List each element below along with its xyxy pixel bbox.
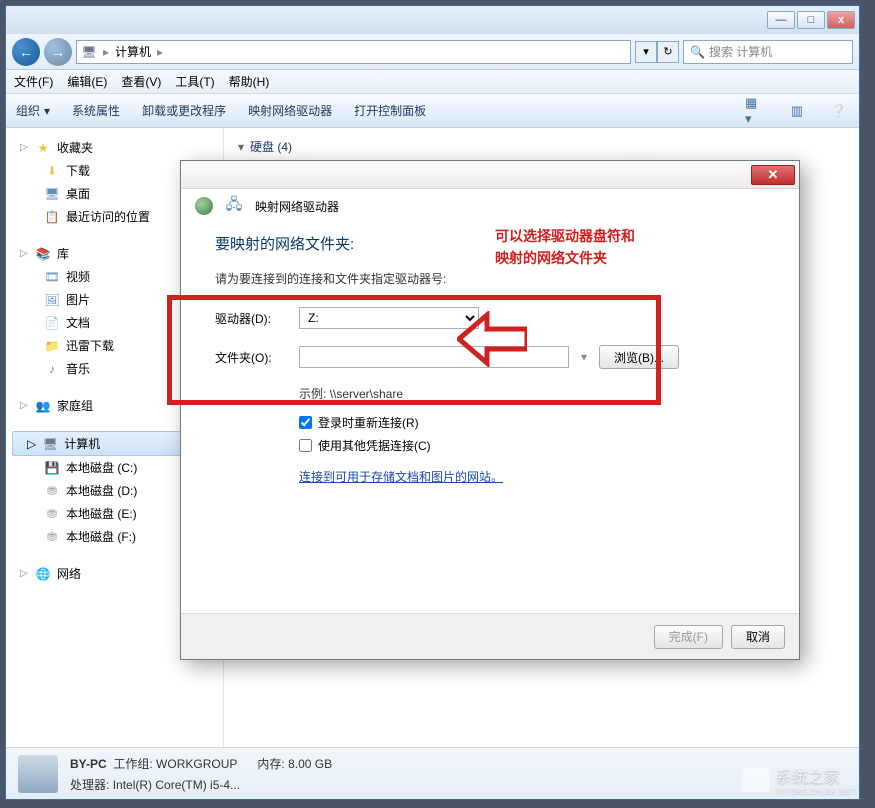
finish-button[interactable]: 完成(F) bbox=[654, 625, 723, 649]
download-icon: ⬇ bbox=[44, 163, 60, 179]
dialog-heading: 要映射的网络文件夹: bbox=[215, 233, 765, 254]
back-button[interactable]: ← bbox=[12, 38, 40, 66]
status-workgroup: WORKGROUP bbox=[156, 757, 237, 771]
minimize-button[interactable]: — bbox=[767, 11, 795, 29]
computer-large-icon bbox=[18, 755, 58, 793]
toolbar: 组织 ▾ 系统属性 卸载或更改程序 映射网络驱动器 打开控制面板 ▦ ▾ ▥ ❔ bbox=[6, 94, 859, 128]
library-icon: 📚 bbox=[35, 246, 51, 262]
back-round-icon[interactable] bbox=[195, 197, 213, 215]
dialog-close-button[interactable]: ✕ bbox=[751, 165, 795, 185]
network-drive-icon: 🖧 bbox=[223, 198, 245, 214]
close-button[interactable]: x bbox=[827, 11, 855, 29]
watermark-logo-icon bbox=[742, 768, 770, 792]
status-cpu: Intel(R) Core(TM) i5-4... bbox=[113, 778, 240, 792]
document-icon: 📄 bbox=[44, 315, 60, 331]
folder-path-input[interactable] bbox=[299, 346, 569, 368]
uninstall-button[interactable]: 卸载或更改程序 bbox=[142, 102, 226, 119]
folder-label: 文件夹(O): bbox=[215, 349, 287, 366]
menu-view[interactable]: 查看(V) bbox=[121, 73, 161, 90]
status-computer-name: BY-PC bbox=[70, 757, 107, 771]
system-properties-button[interactable]: 系统属性 bbox=[72, 102, 120, 119]
status-workgroup-label: 工作组: bbox=[113, 757, 152, 771]
nav-bar: ← → 🖥 ▸ 计算机 ▸ ▾ ↻ 🔍 搜索 计算机 bbox=[6, 34, 859, 70]
organize-menu[interactable]: 组织 ▾ bbox=[16, 102, 50, 119]
breadcrumb-computer[interactable]: 计算机 bbox=[115, 43, 151, 60]
menu-file[interactable]: 文件(F) bbox=[14, 73, 53, 90]
dialog-footer: 完成(F) 取消 bbox=[181, 613, 799, 659]
cancel-button[interactable]: 取消 bbox=[731, 625, 785, 649]
chevron-right-icon: ▸ bbox=[103, 45, 109, 59]
watermark: 系统之家 XITONGZHIJIA.NET bbox=[742, 763, 857, 796]
drive-icon: ⛃ bbox=[44, 506, 60, 522]
refresh-button[interactable]: ↻ bbox=[657, 41, 679, 63]
status-memory: 8.00 GB bbox=[288, 757, 332, 771]
chevron-right-icon: ▸ bbox=[157, 45, 163, 59]
drive-icon: 💾 bbox=[44, 460, 60, 476]
reconnect-checkbox[interactable] bbox=[299, 416, 312, 429]
reconnect-label: 登录时重新连接(R) bbox=[318, 414, 419, 431]
menu-help[interactable]: 帮助(H) bbox=[229, 73, 270, 90]
recent-icon: 📋 bbox=[44, 209, 60, 225]
section-hard-drives[interactable]: ▾硬盘 (4) bbox=[238, 138, 845, 155]
forward-button[interactable]: → bbox=[44, 38, 72, 66]
menu-edit[interactable]: 编辑(E) bbox=[67, 73, 107, 90]
drive-icon: ⛃ bbox=[44, 483, 60, 499]
video-icon: 🎞 bbox=[44, 269, 60, 285]
dialog-titlebar: ✕ bbox=[181, 161, 799, 189]
map-network-drive-button[interactable]: 映射网络驱动器 bbox=[248, 102, 332, 119]
other-credentials-label: 使用其他凭据连接(C) bbox=[318, 437, 431, 454]
download-folder-icon: 📁 bbox=[44, 338, 60, 354]
star-icon: ★ bbox=[35, 140, 51, 156]
dialog-description: 请为要连接到的连接和文件夹指定驱动器号: bbox=[215, 270, 765, 287]
desktop-icon: 🖥 bbox=[44, 186, 60, 202]
menu-bar: 文件(F) 编辑(E) 查看(V) 工具(T) 帮助(H) bbox=[6, 70, 859, 94]
search-input[interactable]: 🔍 搜索 计算机 bbox=[683, 40, 853, 64]
browse-button[interactable]: 浏览(B)... bbox=[599, 345, 679, 369]
dialog-title: 映射网络驱动器 bbox=[255, 198, 339, 215]
control-panel-button[interactable]: 打开控制面板 bbox=[354, 102, 426, 119]
titlebar: — □ x bbox=[6, 6, 859, 34]
status-bar: BY-PC 工作组: WORKGROUP 内存: 8.00 GB 处理器: In… bbox=[6, 747, 859, 799]
search-icon: 🔍 bbox=[690, 45, 705, 59]
drive-letter-select[interactable]: Z: bbox=[299, 307, 479, 329]
network-icon: 🌐 bbox=[35, 566, 51, 582]
picture-icon: 🖼 bbox=[44, 292, 60, 308]
example-text: 示例: \\server\share bbox=[299, 385, 765, 402]
computer-icon: 🖥 bbox=[42, 436, 58, 452]
homegroup-icon: 👥 bbox=[35, 398, 51, 414]
drive-icon: ⛃ bbox=[44, 529, 60, 545]
map-network-drive-dialog: ✕ 🖧 映射网络驱动器 要映射的网络文件夹: 请为要连接到的连接和文件夹指定驱动… bbox=[180, 160, 800, 660]
annotation-text: 可以选择驱动器盘符和 映射的网络文件夹 bbox=[495, 225, 635, 270]
menu-tools[interactable]: 工具(T) bbox=[175, 73, 214, 90]
drive-label: 驱动器(D): bbox=[215, 310, 287, 327]
music-icon: ♪ bbox=[44, 361, 60, 377]
dialog-body: 要映射的网络文件夹: 请为要连接到的连接和文件夹指定驱动器号: 可以选择驱动器盘… bbox=[181, 223, 799, 613]
search-placeholder: 搜索 计算机 bbox=[709, 43, 772, 60]
dialog-header: 🖧 映射网络驱动器 bbox=[181, 189, 799, 223]
preview-pane-icon[interactable]: ▥ bbox=[787, 102, 807, 120]
address-dropdown-button[interactable]: ▾ bbox=[635, 41, 657, 63]
help-icon[interactable]: ❔ bbox=[829, 102, 849, 120]
view-options-icon[interactable]: ▦ ▾ bbox=[745, 102, 765, 120]
other-credentials-checkbox[interactable] bbox=[299, 439, 312, 452]
computer-icon: 🖥 bbox=[81, 44, 97, 60]
maximize-button[interactable]: □ bbox=[797, 11, 825, 29]
connect-website-link[interactable]: 连接到可用于存储文档和图片的网站。 bbox=[299, 470, 503, 484]
status-memory-label: 内存: bbox=[257, 757, 284, 771]
sidebar-favorites[interactable]: ▷★收藏夹 bbox=[6, 136, 223, 159]
address-bar[interactable]: 🖥 ▸ 计算机 ▸ bbox=[76, 40, 631, 64]
status-cpu-label: 处理器: bbox=[70, 778, 109, 792]
